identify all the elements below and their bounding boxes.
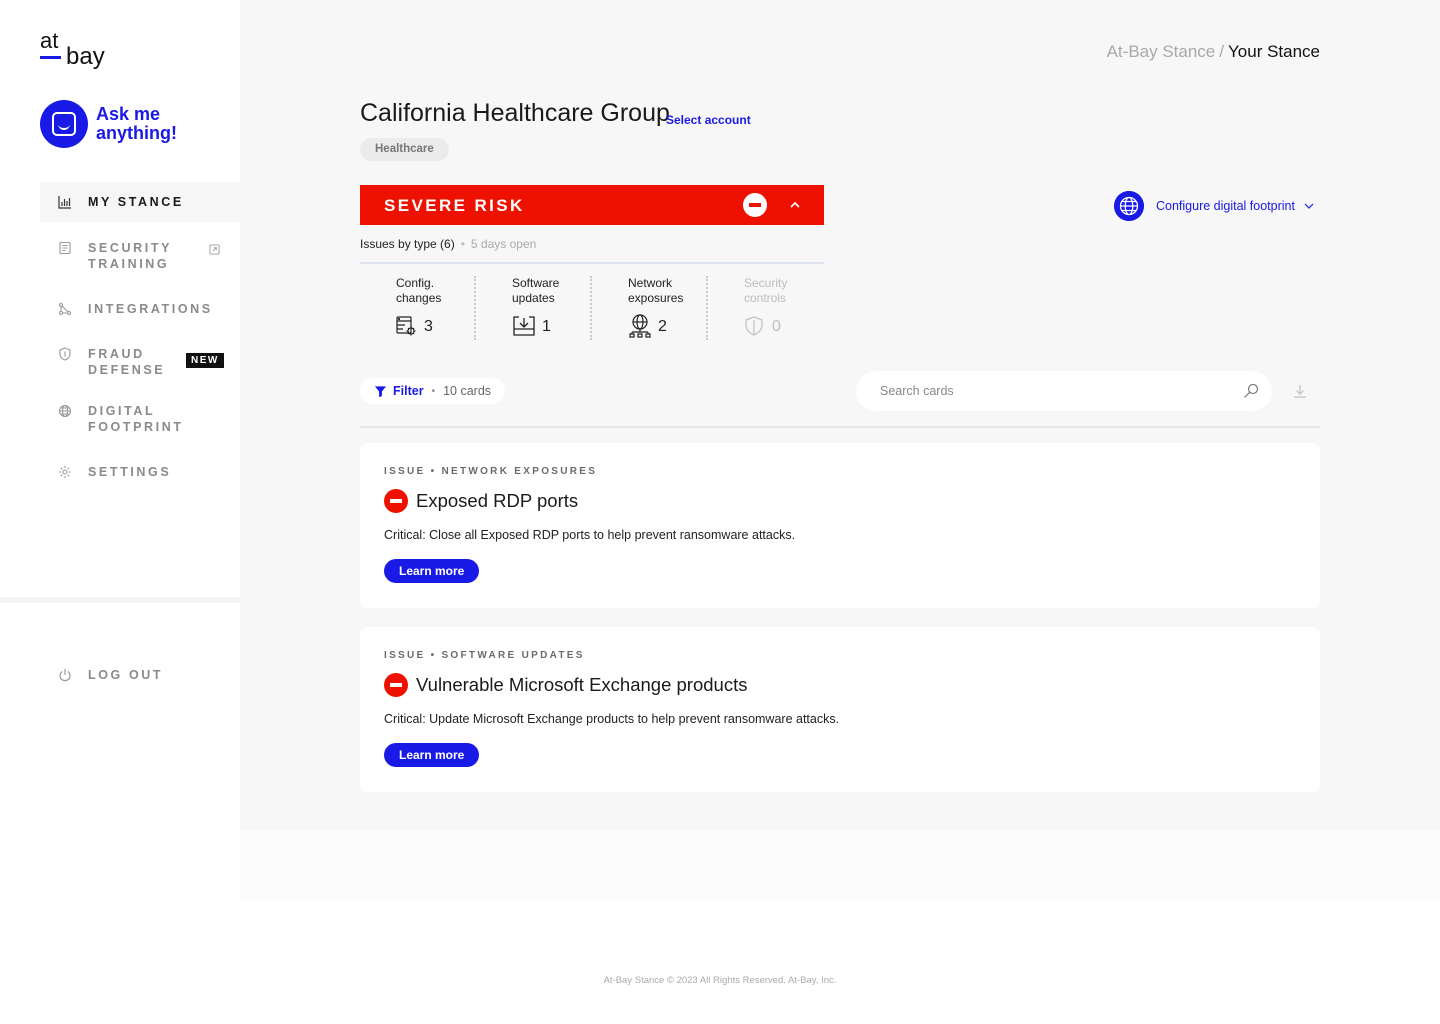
globe-icon: [58, 404, 72, 418]
issue-card-category: ISSUE • SOFTWARE UPDATES: [384, 650, 585, 661]
filter-label: Filter: [393, 384, 424, 398]
list-divider: [360, 426, 1320, 428]
learn-more-button[interactable]: Learn more: [384, 743, 480, 767]
sidebar-bottom: LOG OUT: [0, 603, 240, 1024]
search-icon[interactable]: [1243, 383, 1259, 399]
logo-underline: [40, 56, 61, 59]
footer-copyright: At-Bay Stance © 2023 All Rights Reserved…: [603, 975, 837, 986]
logout-label: LOG OUT: [88, 668, 164, 682]
issue-type-count: 2: [658, 318, 667, 335]
issue-type-config-changes[interactable]: Config. changes 3: [360, 264, 476, 344]
cards-count: 10 cards: [443, 384, 492, 398]
account-name: California Healthcare Group: [360, 99, 670, 127]
issue-type-count: 3: [424, 318, 433, 335]
document-icon: [59, 241, 71, 255]
logout-button[interactable]: LOG OUT: [40, 667, 163, 683]
sidebar-item-label: MY STANCE: [88, 195, 184, 209]
critical-severity-icon: [384, 673, 408, 697]
issue-type-software-updates[interactable]: Software updates 1: [476, 264, 592, 344]
issue-card-title: Exposed RDP ports: [416, 490, 579, 511]
issues-summary: Issues by type (6) • 5 days open: [360, 237, 536, 251]
issue-type-count: 0: [772, 318, 781, 335]
breadcrumb-separator: /: [1219, 42, 1224, 61]
sidebar-item-settings[interactable]: SETTINGS: [40, 464, 240, 480]
issue-card[interactable]: ISSUE • NETWORK EXPOSURES Exposed RDP po…: [360, 443, 1320, 608]
sidebar-item-label: DIGITAL FOOTPRINT: [88, 404, 184, 434]
critical-severity-icon: [384, 489, 408, 513]
bar-chart-icon: [58, 196, 71, 209]
shield-icon: [745, 316, 763, 336]
filter-icon: [374, 385, 387, 397]
configure-digital-footprint-button[interactable]: Configure digital footprint: [1114, 188, 1315, 224]
sidebar-item-digital-footprint[interactable]: DIGITAL FOOTPRINT: [40, 403, 240, 435]
breadcrumb: At-Bay Stance / Your Stance: [1107, 42, 1320, 62]
issue-card-description: Critical: Close all Exposed RDP ports to…: [384, 528, 796, 542]
logo-text-at: at: [40, 28, 59, 53]
breadcrumb-current: Your Stance: [1228, 42, 1320, 61]
chevron-down-icon: [1304, 203, 1314, 209]
issue-type-name: Network exposures: [628, 276, 684, 305]
learn-more-button[interactable]: Learn more: [384, 559, 480, 583]
globe-icon: [1114, 191, 1144, 221]
issue-card-category: ISSUE • NETWORK EXPOSURES: [384, 466, 598, 477]
select-account-link[interactable]: Select account: [666, 113, 751, 127]
power-icon: [59, 669, 71, 682]
chevron-up-icon[interactable]: [785, 195, 805, 215]
risk-level-banner: SEVERE RISK: [360, 185, 824, 225]
sidebar-item-label: SECURITY TRAINING: [88, 241, 172, 271]
industry-tag: Healthcare: [360, 138, 449, 161]
sidebar-item-security-training[interactable]: SECURITY TRAINING: [40, 240, 240, 272]
search-bar: [856, 371, 1272, 411]
issue-type-name: Config. changes: [396, 276, 442, 305]
external-link-icon: [209, 244, 220, 255]
download-tray-icon: [513, 316, 535, 336]
issue-card-description: Critical: Update Microsoft Exchange prod…: [384, 712, 840, 726]
issue-type-name: Security controls: [744, 276, 788, 305]
separator-dot: •: [431, 385, 436, 397]
ask-me-anything-label: Ask me anything!: [96, 104, 177, 143]
sidebar: at bay Ask me anything! MY STANCE SECURI…: [0, 0, 240, 600]
issue-type-name: Software updates: [512, 276, 560, 305]
issue-type-breakdown: Config. changes 3 Software updates 1 Netwo…: [360, 264, 824, 344]
issues-age: 5 days open: [470, 237, 537, 251]
sidebar-item-label: FRAUD DEFENSE: [88, 347, 166, 377]
separator-dot: •: [460, 237, 465, 251]
logo-text-bay: bay: [66, 43, 105, 70]
issues-by-type-label: Issues by type (6): [360, 237, 455, 251]
issue-card-title: Vulnerable Microsoft Exchange products: [416, 674, 748, 695]
network-globe-icon: [629, 314, 651, 338]
issue-type-security-controls: Security controls 0: [708, 264, 824, 344]
download-icon[interactable]: [1292, 383, 1308, 399]
sidebar-item-label: SETTINGS: [88, 465, 172, 479]
issue-type-count: 1: [542, 318, 551, 335]
sidebar-item-integrations[interactable]: INTEGRATIONS: [40, 301, 240, 317]
new-badge: NEW: [186, 353, 224, 368]
gear-icon: [59, 466, 71, 478]
sidebar-item-my-stance[interactable]: MY STANCE: [40, 182, 240, 222]
issue-card[interactable]: ISSUE • SOFTWARE UPDATES Vulnerable Micr…: [360, 627, 1320, 792]
sidebar-nav: MY STANCE SECURITY TRAINING INTEGRATIONS…: [40, 182, 240, 480]
configure-label: Configure digital footprint: [1156, 199, 1295, 213]
chat-assistant-icon: [40, 100, 88, 148]
severe-risk-icon: [743, 193, 767, 217]
nodes-icon: [58, 302, 72, 316]
issue-type-network-exposures[interactable]: Network exposures 2: [592, 264, 708, 344]
config-gear-icon: [396, 316, 416, 336]
ask-me-anything-button[interactable]: Ask me anything!: [40, 100, 196, 148]
breadcrumb-parent[interactable]: At-Bay Stance: [1107, 42, 1216, 61]
at-bay-logo[interactable]: at bay: [40, 30, 120, 70]
sidebar-item-label: INTEGRATIONS: [88, 302, 213, 316]
risk-level-label: SEVERE RISK: [384, 196, 525, 215]
filter-button[interactable]: Filter • 10 cards: [360, 378, 506, 404]
shield-icon: [59, 347, 71, 361]
search-input[interactable]: [880, 371, 1220, 411]
